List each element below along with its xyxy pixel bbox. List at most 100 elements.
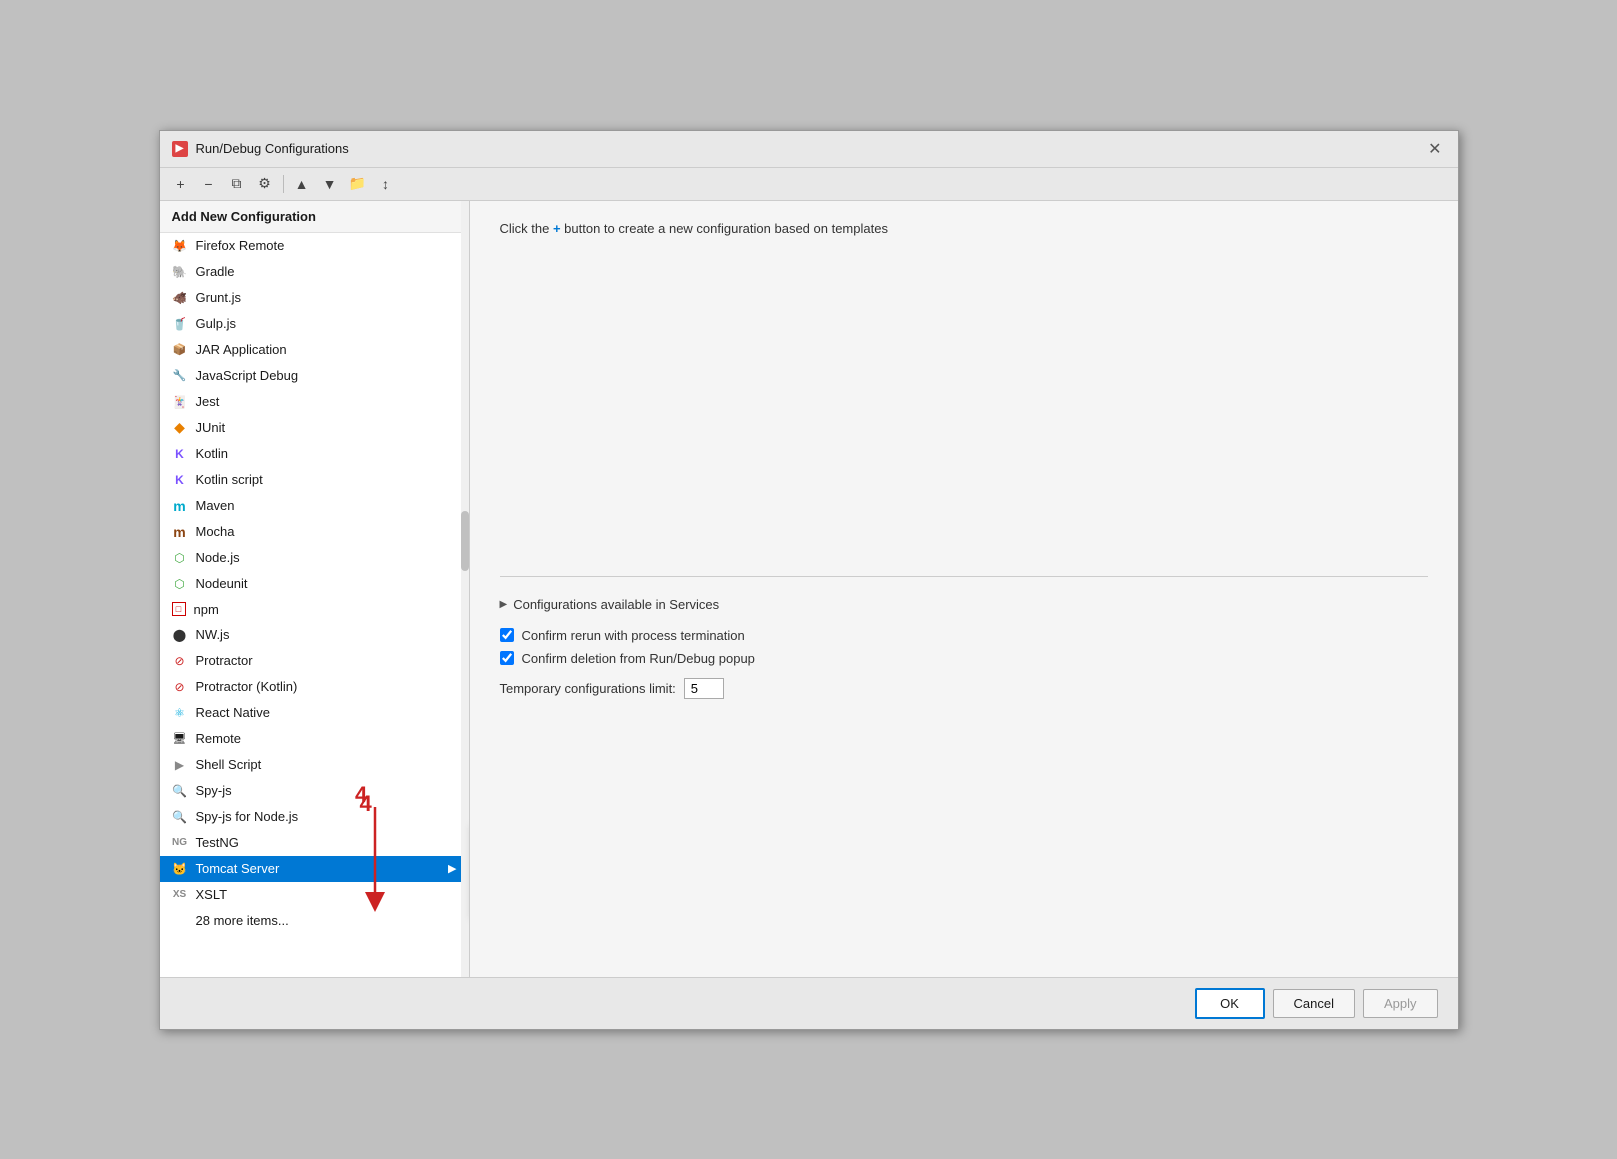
sidebar-item-label: Node.js [196,550,457,565]
sidebar-item-nodeunit[interactable]: ⬡ Nodeunit [160,571,469,597]
sidebar-item-label: Jest [196,394,457,409]
sidebar-item-kotlin-script[interactable]: K Kotlin script [160,467,469,493]
scrollbar-track[interactable] [461,201,469,977]
ok-button[interactable]: OK [1195,988,1265,1019]
mocha-icon: m [172,524,188,540]
bottom-bar: OK Cancel Apply [160,977,1458,1029]
title-bar-left: ▶ Run/Debug Configurations [172,141,349,157]
separator [500,576,1428,577]
gruntjs-icon: 🐗 [172,290,188,306]
confirm-rerun-label: Confirm rerun with process termination [522,628,745,643]
spy-js-icon: 🔍 [172,783,188,799]
remote-icon: 🖥 [172,731,188,747]
apply-button[interactable]: Apply [1363,989,1438,1018]
sidebar-item-javascript-debug[interactable]: 🔧 JavaScript Debug [160,363,469,389]
sidebar-item-label: Nodeunit [196,576,457,591]
sidebar-item-label: Gradle [196,264,457,279]
settings-button[interactable]: ⚙ [252,172,278,196]
npm-icon: □ [172,602,186,616]
sidebar-header: Add New Configuration [160,201,469,233]
sidebar-item-spy-js[interactable]: 🔍 Spy-js [160,778,469,804]
gradle-icon: 🐘 [172,264,188,280]
sidebar-item-label: Firefox Remote [196,238,457,253]
separator [283,175,284,193]
sidebar-list: 🦊 Firefox Remote 🐘 Gradle 🐗 Grunt.js 🥤 G… [160,233,469,977]
sidebar-item-maven[interactable]: m Maven [160,493,469,519]
sidebar-item-react-native[interactable]: ⚛ React Native [160,700,469,726]
dialog-title: Run/Debug Configurations [196,141,349,156]
sidebar-item-mocha[interactable]: m Mocha [160,519,469,545]
remove-config-button[interactable]: − [196,172,222,196]
jest-icon: 🃏 [172,394,188,410]
collapse-arrow-icon: ▶ [500,599,508,610]
sidebar-item-shell-script[interactable]: ▶ Shell Script [160,752,469,778]
close-button[interactable]: ✕ [1424,139,1445,159]
sidebar-item-remote[interactable]: 🖥 Remote [160,726,469,752]
sidebar-item-label: Kotlin [196,446,457,461]
cancel-button[interactable]: Cancel [1273,989,1355,1018]
confirm-deletion-checkbox[interactable] [500,651,514,665]
sidebar-item-label: Shell Script [196,757,457,772]
sidebar-item-label: Mocha [196,524,457,539]
move-down-button[interactable]: ▼ [317,172,343,196]
sort-button[interactable]: ↕ [373,172,399,196]
sidebar-item-label: NW.js [196,627,457,642]
sidebar-item-npm[interactable]: □ npm [160,597,469,622]
sidebar-item-label: JAR Application [196,342,457,357]
confirm-deletion-row: Confirm deletion from Run/Debug popup [500,651,1428,666]
sidebar-item-label: Protractor (Kotlin) [196,679,457,694]
sidebar-item-protractor[interactable]: ⊘ Protractor [160,648,469,674]
sidebar-item-jest[interactable]: 🃏 Jest [160,389,469,415]
sidebar-item-nodejs[interactable]: ⬡ Node.js [160,545,469,571]
plus-icon-inline: + [553,221,561,236]
sidebar-item-gradle[interactable]: 🐘 Gradle [160,259,469,285]
confirm-rerun-checkbox[interactable] [500,628,514,642]
sidebar-item-label: Gulp.js [196,316,457,331]
sidebar-item-xslt[interactable]: XS XSLT [160,882,469,908]
temp-limit-row: Temporary configurations limit: [500,678,1428,699]
copy-config-button[interactable]: ⧉ [224,172,250,196]
folder-button[interactable]: 📁 [345,172,371,196]
sidebar-item-label: Protractor [196,653,457,668]
sidebar-item-firefox-remote[interactable]: 🦊 Firefox Remote [160,233,469,259]
sidebar: Add New Configuration 🦊 Firefox Remote 🐘… [160,201,470,977]
sidebar-item-spy-js-node[interactable]: 🔍 Spy-js for Node.js [160,804,469,830]
shell-script-icon: ▶ [172,757,188,773]
sidebar-item-jar-application[interactable]: 📦 JAR Application [160,337,469,363]
sidebar-item-junit[interactable]: ◆ JUnit [160,415,469,441]
sidebar-item-gulpjs[interactable]: 🥤 Gulp.js [160,311,469,337]
spy-js-node-icon: 🔍 [172,809,188,825]
sidebar-item-label: React Native [196,705,457,720]
more-items-icon [172,913,188,929]
temp-limit-input[interactable] [684,678,724,699]
sidebar-item-more-items[interactable]: 28 more items... [160,908,469,934]
sidebar-item-protractor-kotlin[interactable]: ⊘ Protractor (Kotlin) [160,674,469,700]
configurations-services-label: Configurations available in Services [513,597,719,612]
sidebar-item-label: XSLT [196,887,457,902]
sidebar-item-label: Spy-js for Node.js [196,809,457,824]
sidebar-item-kotlin[interactable]: K Kotlin [160,441,469,467]
sidebar-item-tomcat-server[interactable]: 🐱 Tomcat Server ▶ [160,856,469,882]
confirm-deletion-label: Confirm deletion from Run/Debug popup [522,651,755,666]
sidebar-item-nwjs[interactable]: ⬤ NW.js [160,622,469,648]
sidebar-item-label: JUnit [196,420,457,435]
kotlin-icon: K [172,446,188,462]
sidebar-item-label: npm [194,602,457,617]
protractor-kotlin-icon: ⊘ [172,679,188,695]
add-config-button[interactable]: + [168,172,194,196]
app-icon: ▶ [172,141,188,157]
title-bar: ▶ Run/Debug Configurations ✕ [160,131,1458,168]
move-up-button[interactable]: ▲ [289,172,315,196]
sidebar-item-label: 28 more items... [196,913,457,928]
scrollbar-thumb[interactable] [461,511,469,571]
confirm-rerun-row: Confirm rerun with process termination [500,628,1428,643]
xslt-icon: XS [172,887,188,903]
sidebar-item-label: Kotlin script [196,472,457,487]
submenu-arrow-icon: ▶ [448,862,456,875]
instruction-text: Click the + button to create a new confi… [500,221,1428,236]
sidebar-item-gruntjs[interactable]: 🐗 Grunt.js [160,285,469,311]
javascript-debug-icon: 🔧 [172,368,188,384]
sidebar-item-testng[interactable]: NG TestNG [160,830,469,856]
main-content: Add New Configuration 🦊 Firefox Remote 🐘… [160,201,1458,977]
configurations-services-section[interactable]: ▶ Configurations available in Services [500,597,1428,612]
